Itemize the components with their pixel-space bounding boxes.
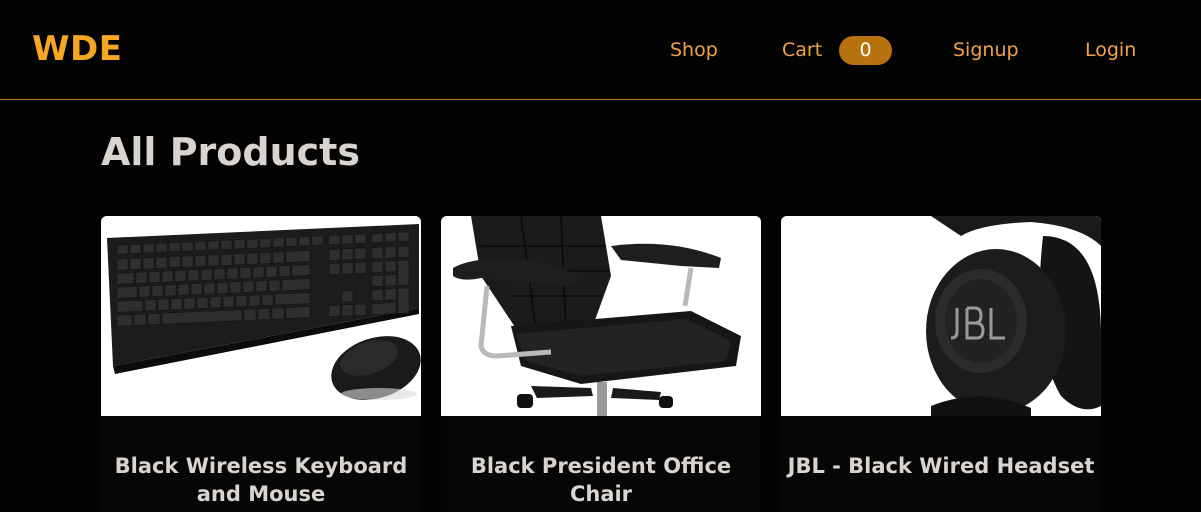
nav-signup-link[interactable]: Signup <box>953 37 1019 63</box>
keyboard-mouse-image[interactable] <box>101 216 421 416</box>
nav-cart-link[interactable]: Cart <box>782 37 822 63</box>
office-chair-image[interactable] <box>441 216 761 416</box>
headset-image[interactable] <box>781 216 1101 416</box>
page-title: All Products <box>101 130 360 174</box>
product-title[interactable]: Black Wireless Keyboard and Mouse <box>101 452 421 508</box>
nav-shop-link[interactable]: Shop <box>670 37 718 63</box>
product-title[interactable]: JBL - Black Wired Headset <box>781 452 1101 480</box>
nav-login-link[interactable]: Login <box>1085 37 1136 63</box>
product-title[interactable]: Black President Office Chair <box>441 452 761 508</box>
site-header: WDE Shop Cart 0 Signup Login <box>0 0 1201 100</box>
product-card[interactable]: Black Wireless Keyboard and Mouse <box>101 216 421 512</box>
product-card[interactable]: JBL - Black Wired Headset <box>781 216 1101 512</box>
site-logo[interactable]: WDE <box>32 29 122 69</box>
product-card[interactable]: Black President Office Chair <box>441 216 761 512</box>
cart-count-badge[interactable]: 0 <box>839 36 892 65</box>
